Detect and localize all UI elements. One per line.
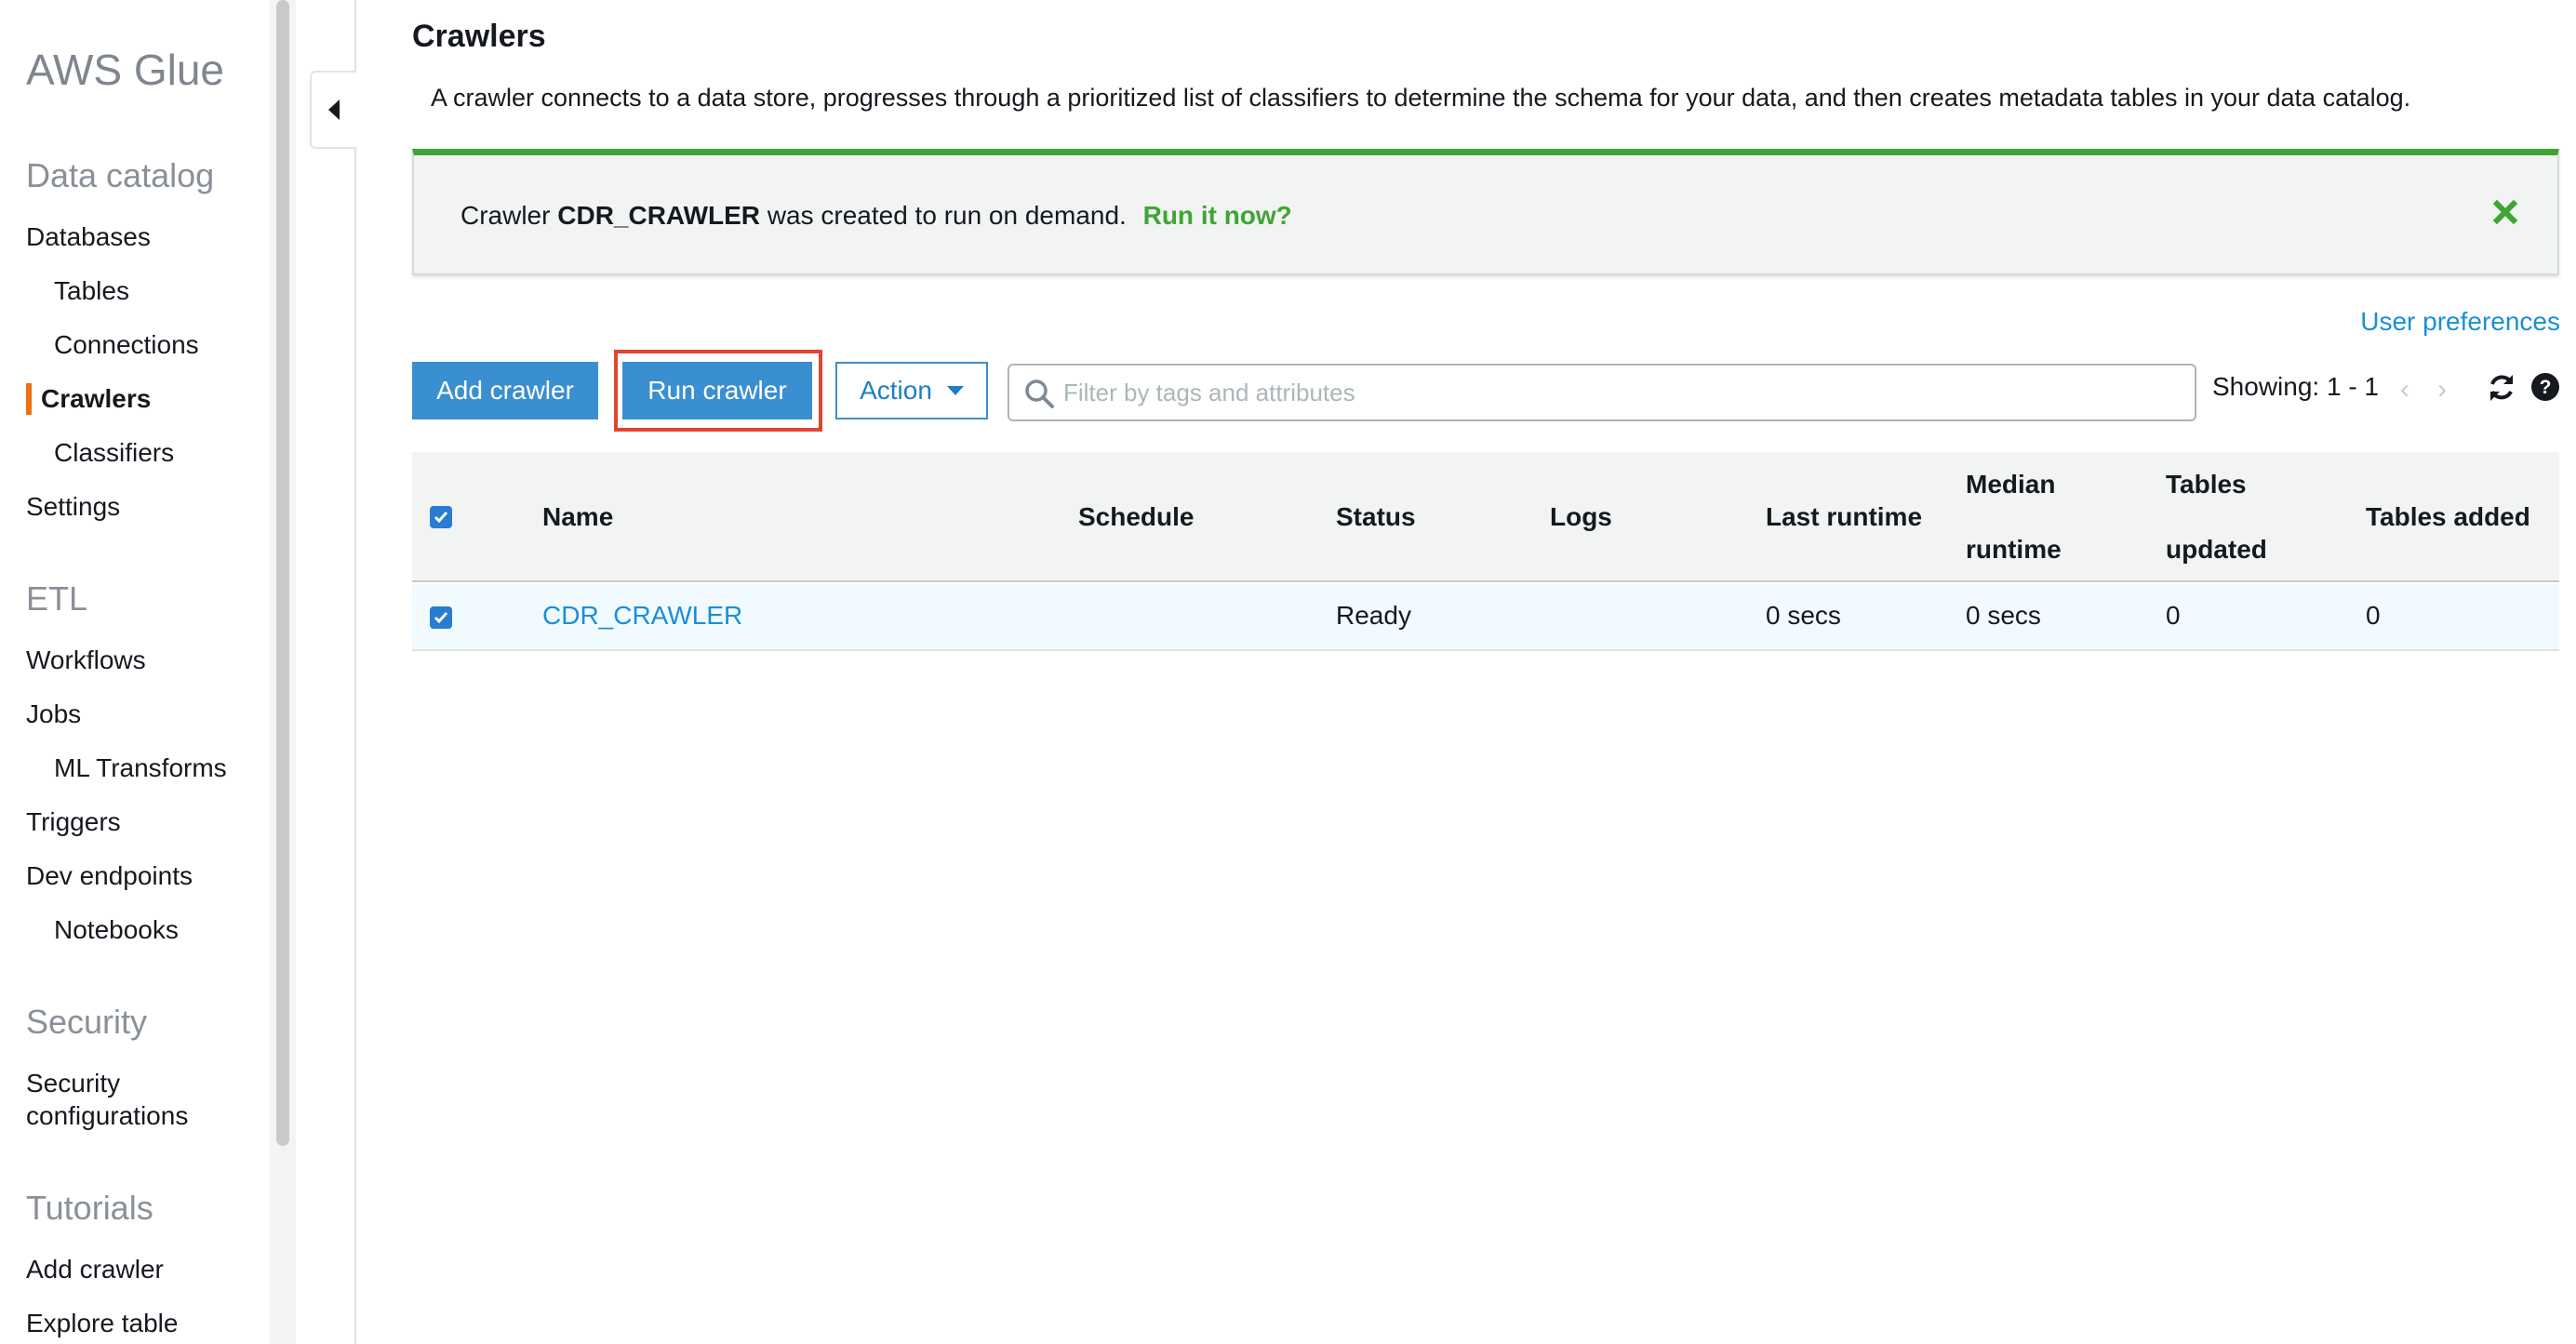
cell-tables-updated: 0 [2166, 601, 2181, 630]
check-icon [434, 612, 448, 624]
caret-left-icon [328, 100, 340, 120]
sidebar-item-tables[interactable]: Tables [54, 276, 129, 306]
svg-text:?: ? [2540, 377, 2552, 398]
flash-crawler-name: CDR_CRAWLER [557, 201, 761, 230]
column-header-tables-updated-line2[interactable]: updated [2166, 517, 2267, 582]
flash-prefix: Crawler [460, 201, 551, 230]
action-label: Action [860, 376, 932, 405]
next-page-icon[interactable]: › [2437, 374, 2447, 406]
sidebar-item-crawlers[interactable]: Crawlers [41, 384, 151, 414]
add-crawler-button[interactable]: Add crawler [412, 362, 598, 419]
column-header-median-runtime-line1[interactable]: Median [1966, 452, 2055, 517]
sidebar-item-security-line1[interactable]: Security [26, 1069, 120, 1098]
sidebar-item-triggers[interactable]: Triggers [26, 807, 121, 837]
sidebar-item-security-line2[interactable]: configurations [26, 1101, 188, 1131]
column-header-status[interactable]: Status [1336, 485, 1416, 550]
sidebar-item-classifiers[interactable]: Classifiers [54, 438, 174, 468]
success-flash-banner: Crawler CDR_CRAWLER was created to run o… [412, 149, 2559, 275]
sidebar: AWS Glue Data catalog Databases Tables C… [0, 0, 270, 1344]
section-title-security: Security [26, 1003, 148, 1041]
column-header-tables-updated-line1[interactable]: Tables [2166, 452, 2247, 517]
sidebar-item-notebooks[interactable]: Notebooks [54, 915, 179, 945]
chevron-down-icon [946, 386, 964, 395]
column-header-last-runtime[interactable]: Last runtime [1766, 485, 1922, 550]
section-title-tutorials: Tutorials [26, 1189, 153, 1227]
section-title-etl: ETL [26, 579, 88, 618]
previous-page-icon[interactable]: ‹ [2400, 374, 2409, 406]
filter-box [1008, 364, 2196, 421]
action-dropdown[interactable]: Action [835, 362, 988, 419]
collapse-sidebar-button[interactable] [310, 71, 356, 149]
sidebar-item-settings[interactable]: Settings [26, 492, 120, 522]
section-title-data-catalog: Data catalog [26, 156, 215, 194]
table-header: Name Schedule Status Logs Last runtime M… [412, 452, 2559, 582]
brand-title: AWS Glue [26, 46, 225, 94]
help-icon[interactable]: ? [2530, 372, 2560, 402]
page-description: A crawler connects to a data store, prog… [431, 84, 2411, 112]
refresh-icon[interactable] [2486, 372, 2517, 404]
column-header-name[interactable]: Name [542, 485, 613, 550]
search-icon [1025, 379, 1054, 408]
check-icon [434, 512, 448, 524]
sidebar-item-workflows[interactable]: Workflows [26, 645, 146, 675]
sidebar-scrollbar-thumb[interactable] [276, 0, 289, 1146]
page-title: Crawlers [412, 19, 546, 54]
column-header-tables-added[interactable]: Tables added [2366, 485, 2530, 550]
filter-input[interactable] [1063, 366, 2180, 419]
table-row[interactable]: CDR_CRAWLER Ready 0 secs 0 secs 0 0 [412, 584, 2559, 651]
flash-suffix: was created to run on demand. [767, 201, 1127, 230]
cell-tables-added: 0 [2366, 601, 2381, 630]
sidebar-item-add-crawler[interactable]: Add crawler [26, 1255, 164, 1284]
close-icon[interactable] [2490, 197, 2520, 227]
cell-median-runtime: 0 secs [1966, 601, 2041, 630]
panel-divider [354, 0, 356, 1344]
row-checkbox[interactable] [430, 606, 452, 629]
sidebar-item-dev-endpoints[interactable]: Dev endpoints [26, 861, 193, 891]
select-all-checkbox[interactable] [430, 506, 452, 528]
cell-last-runtime: 0 secs [1766, 601, 1841, 630]
column-header-logs[interactable]: Logs [1550, 485, 1612, 550]
crawler-name-link[interactable]: CDR_CRAWLER [542, 601, 742, 631]
run-it-now-link[interactable]: Run it now? [1143, 201, 1292, 230]
active-indicator [26, 383, 32, 415]
run-crawler-button[interactable]: Run crawler [622, 362, 812, 419]
sidebar-item-connections[interactable]: Connections [54, 330, 199, 360]
column-header-median-runtime-line2[interactable]: runtime [1966, 517, 2062, 582]
pagination-count: Showing: 1 - 1 [2212, 372, 2379, 401]
column-header-schedule[interactable]: Schedule [1078, 485, 1194, 550]
sidebar-item-explore-table[interactable]: Explore table [26, 1309, 178, 1338]
sidebar-item-jobs[interactable]: Jobs [26, 699, 81, 729]
cell-status: Ready [1336, 601, 1411, 630]
user-preferences-link[interactable]: User preferences [2360, 307, 2560, 337]
sidebar-item-ml-transforms[interactable]: ML Transforms [54, 753, 227, 783]
sidebar-item-databases[interactable]: Databases [26, 222, 151, 252]
flash-message: Crawler CDR_CRAWLER was created to run o… [460, 201, 1292, 231]
